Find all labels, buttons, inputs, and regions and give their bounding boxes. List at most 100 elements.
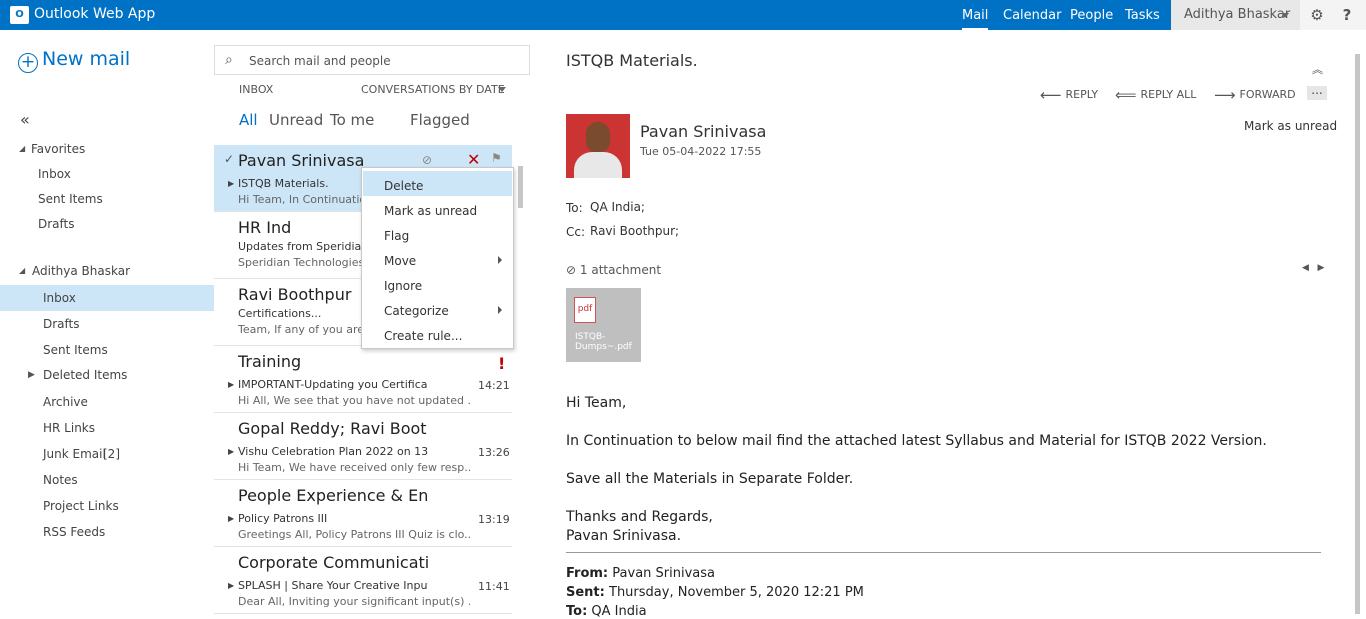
favorite-drafts[interactable]: Drafts [0, 211, 214, 237]
checkmark-icon[interactable]: ✓ [224, 152, 234, 166]
folder-pane: + New mail « ◢ Favorites Inbox Sent Items… [0, 30, 214, 612]
folder-deleted-items[interactable]: ▶ Deleted Items [0, 362, 214, 388]
to-label: To: [566, 201, 583, 215]
favorites-header[interactable]: ◢ Favorites [0, 136, 214, 162]
unread-count-badge: [2] [103, 447, 120, 461]
new-mail-button[interactable]: + New mail [18, 48, 130, 73]
chevron-down-icon[interactable] [498, 87, 506, 92]
gear-icon[interactable]: ⚙ [1309, 7, 1325, 23]
reply-all-button[interactable]: ⟸ REPLY ALL [1115, 86, 1196, 104]
menu-flag[interactable]: Flag [363, 221, 512, 246]
message-item[interactable]: Corporate Communications ▶ SPLASH | Shar… [214, 547, 512, 614]
message-preview: Hi Team, We have received only few resp.… [238, 461, 470, 474]
scrollbar-thumb[interactable] [518, 166, 523, 208]
message-subject: Policy Patrons III [238, 512, 328, 525]
message-item[interactable]: People Experience & Engagement ▶ Policy … [214, 480, 512, 547]
folder-sent-items[interactable]: Sent Items [0, 337, 214, 363]
nav-calendar[interactable]: Calendar [1003, 8, 1061, 23]
message-time: 13:26 [478, 446, 510, 459]
flag-icon[interactable]: ⚑ [491, 151, 502, 165]
attachment-count: 1 attachment [579, 263, 662, 277]
search-input[interactable]: Search mail and people [249, 54, 391, 68]
expand-conversation-icon[interactable]: ▶ [228, 380, 234, 389]
expand-arrow-icon[interactable]: ▶ [28, 362, 35, 388]
from-label: From: [566, 566, 609, 581]
message-list-scrollbar[interactable] [516, 148, 522, 612]
favorite-sent-items[interactable]: Sent Items [0, 186, 214, 212]
more-actions-button[interactable]: ... [1307, 84, 1327, 100]
folder-label: Sent Items [43, 343, 108, 357]
message-time: 13:19 [478, 513, 510, 526]
nav-mail[interactable]: Mail [962, 8, 989, 30]
menu-mark-unread[interactable]: Mark as unread [363, 196, 512, 221]
sender-name[interactable]: Pavan Srinivasa [640, 122, 766, 141]
nav-people[interactable]: People [1070, 8, 1113, 23]
filter-flagged[interactable]: Flagged [410, 111, 470, 129]
forward-button[interactable]: ⟶ FORWARD [1214, 86, 1296, 104]
to-recipient[interactable]: QA India; [590, 200, 645, 214]
reply-button[interactable]: ⟵ REPLY [1040, 86, 1098, 104]
submenu-arrow-icon [498, 306, 502, 314]
collapse-pane-icon[interactable]: « [20, 110, 30, 129]
menu-categorize[interactable]: Categorize [363, 296, 512, 321]
menu-move[interactable]: Move [363, 246, 512, 271]
sort-dropdown[interactable]: CONVERSATIONS BY DATE [361, 83, 505, 96]
body-signature: Pavan Srinivasa. [566, 528, 682, 544]
high-importance-icon: ! [498, 354, 506, 373]
menu-label: Move [384, 254, 417, 268]
expand-conversation-icon[interactable]: ▶ [228, 179, 234, 188]
folder-archive[interactable]: Archive [0, 389, 214, 415]
search-box[interactable]: ⌕ Search mail and people [214, 45, 530, 75]
expand-conversation-icon[interactable]: ▶ [228, 514, 234, 523]
expand-conversation-icon[interactable]: ▶ [228, 447, 234, 456]
pdf-file-icon: pdf [574, 297, 596, 323]
user-menu[interactable]: Adithya Bhaskar [1171, 0, 1300, 30]
folder-label: Notes [43, 473, 78, 487]
new-mail-label: New mail [42, 48, 131, 70]
search-icon: ⌕ [225, 52, 233, 68]
folder-label: Archive [43, 395, 88, 409]
folder-notes[interactable]: Notes [0, 467, 214, 493]
filter-all[interactable]: All [239, 111, 258, 129]
plus-icon: + [18, 53, 38, 73]
message-time: 14:21 [478, 379, 510, 392]
menu-ignore[interactable]: Ignore [363, 271, 512, 296]
message-subject: Vishu Celebration Plan 2022 on 13th [238, 445, 428, 458]
chevron-down-icon [1281, 13, 1289, 18]
folder-inbox[interactable]: Inbox [0, 285, 214, 311]
filter-unread[interactable]: Unread [269, 111, 323, 129]
folder-rss-feeds[interactable]: RSS Feeds [0, 519, 214, 545]
menu-delete[interactable]: Delete [363, 171, 512, 196]
message-item[interactable]: Training ▶ IMPORTANT-Updating you Certif… [214, 346, 512, 413]
submenu-arrow-icon [498, 256, 502, 264]
folder-junk-email[interactable]: Junk Email [2] [0, 441, 214, 467]
message-item[interactable]: Gopal Reddy; Ravi Boothpur ▶ Vishu Celeb… [214, 413, 512, 480]
folder-project-links[interactable]: Project Links [0, 493, 214, 519]
from-value: Pavan Srinivasa [612, 566, 715, 581]
original-from: From: Pavan Srinivasa [566, 566, 715, 581]
nav-tasks[interactable]: Tasks [1125, 8, 1160, 23]
body-paragraph: Save all the Materials in Separate Folde… [566, 471, 854, 487]
user-name: Adithya Bhaskar [1184, 7, 1291, 22]
attachment-tile[interactable]: pdf ISTQB-Dumps~.pdf [566, 288, 641, 362]
message-preview: Hi All, We see that you have not updated… [238, 394, 470, 407]
sender-avatar [566, 114, 630, 178]
folder-label: Inbox [43, 291, 76, 305]
cc-recipient[interactable]: Ravi Boothpur; [590, 224, 679, 238]
reply-all-label: REPLY ALL [1140, 88, 1197, 101]
reading-pane-scrollbar[interactable] [1355, 54, 1360, 614]
attachment-nav-arrows[interactable]: ◀ ▶ [1302, 263, 1324, 273]
folder-label: Deleted Items [43, 368, 128, 382]
outlook-logo-icon: O [10, 6, 29, 24]
account-header[interactable]: ◢ Adithya Bhaskar [0, 258, 214, 284]
mark-as-unread-link[interactable]: Mark as unread [1244, 119, 1337, 133]
favorite-inbox[interactable]: Inbox [0, 161, 214, 187]
folder-hr-links[interactable]: HR Links [0, 415, 214, 441]
folder-drafts[interactable]: Drafts [0, 311, 214, 337]
filter-to-me[interactable]: To me [330, 111, 374, 129]
collapse-up-icon[interactable]: ︽ [1312, 61, 1323, 77]
app-title[interactable]: Outlook Web App [34, 6, 155, 22]
menu-create-rule[interactable]: Create rule... [363, 321, 512, 346]
expand-conversation-icon[interactable]: ▶ [228, 581, 234, 590]
help-icon[interactable]: ? [1339, 7, 1355, 23]
